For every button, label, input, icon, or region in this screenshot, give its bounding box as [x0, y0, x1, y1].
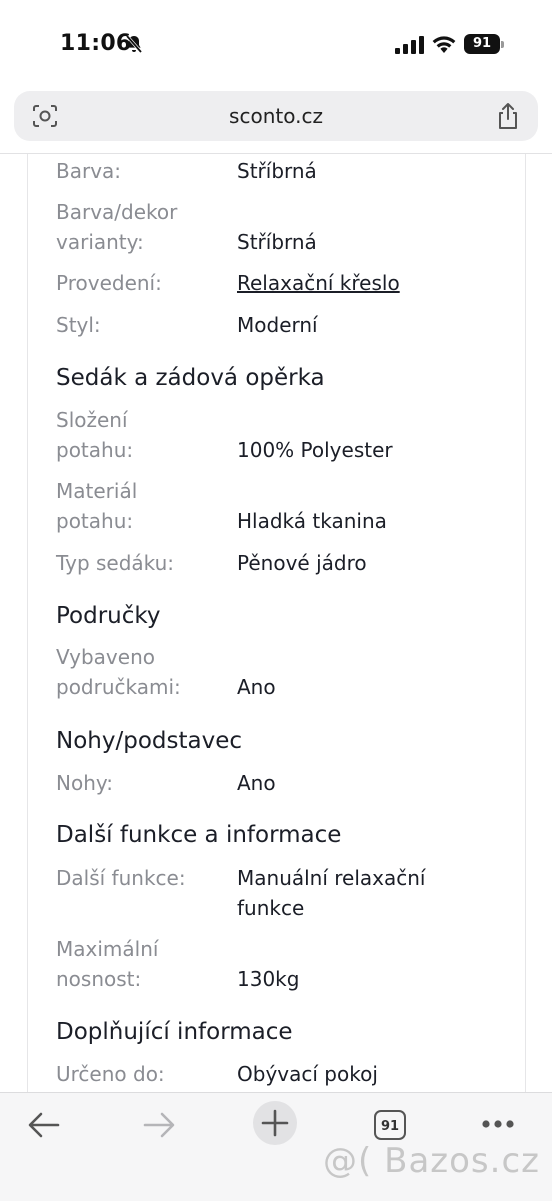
- bell-slash-icon: [125, 34, 143, 54]
- more-dots-icon[interactable]: [481, 1119, 515, 1129]
- tabs-icon[interactable]: 91: [374, 1110, 406, 1140]
- spec-label: potahu:: [56, 509, 134, 533]
- status-bar: 11:06 91: [0, 0, 552, 88]
- address-bar[interactable]: sconto.cz: [14, 91, 538, 141]
- product-specs-card: Barva: Stříbrná Barva/dekor varianty: St…: [27, 154, 526, 1092]
- spec-label: nosnost:: [56, 967, 142, 991]
- spec-value: Obývací pokoj: [237, 1062, 378, 1086]
- status-time: 11:06: [60, 31, 132, 56]
- url-text[interactable]: sconto.cz: [14, 104, 538, 128]
- wifi-icon: [432, 36, 456, 53]
- spec-value: Moderní: [237, 313, 318, 337]
- spec-value: Manuální relaxační: [237, 866, 426, 890]
- spec-value: Hladká tkanina: [237, 509, 387, 533]
- watermark: @( Bazos.cz: [323, 1141, 540, 1181]
- spec-value: Pěnové jádro: [237, 551, 367, 575]
- battery-level: 91: [464, 34, 500, 54]
- spec-label: Další funkce:: [56, 866, 186, 890]
- spec-value: 100% Polyester: [237, 438, 393, 462]
- new-tab-plus-icon[interactable]: [252, 1100, 298, 1146]
- section-title: Nohy/podstavec: [56, 728, 242, 754]
- spec-value: Stříbrná: [237, 230, 317, 254]
- spec-value: Stříbrná: [237, 159, 317, 183]
- section-title: Područky: [56, 603, 161, 629]
- section-title: Sedák a zádová opěrka: [56, 365, 325, 391]
- back-arrow-icon[interactable]: [27, 1111, 61, 1139]
- browser-toolbar: 91 @( Bazos.cz: [0, 1092, 552, 1201]
- spec-value: funkce: [237, 896, 305, 920]
- spec-label: Barva:: [56, 159, 122, 183]
- spec-label: Maximální: [56, 937, 159, 961]
- forward-arrow-icon[interactable]: [142, 1111, 176, 1139]
- spec-label: Složení: [56, 408, 128, 432]
- spec-label: Styl:: [56, 313, 101, 337]
- spec-label: varianty:: [56, 230, 144, 254]
- battery-cap: [501, 41, 504, 48]
- spec-value-link[interactable]: Relaxační křeslo: [237, 268, 400, 298]
- spec-value: 130kg: [237, 967, 300, 991]
- spec-label: potahu:: [56, 438, 134, 462]
- spec-value: Ano: [237, 675, 276, 699]
- spec-value: Ano: [237, 771, 276, 795]
- section-title: Doplňující informace: [56, 1019, 293, 1045]
- share-icon[interactable]: [496, 102, 520, 130]
- battery-icon: 91: [464, 34, 506, 54]
- spec-label: područkami:: [56, 675, 181, 699]
- spec-label: Provedení:: [56, 271, 162, 295]
- spec-label: Typ sedáku:: [56, 551, 175, 575]
- spec-label: Barva/dekor: [56, 200, 178, 224]
- spec-label: Nohy:: [56, 771, 113, 795]
- section-title: Další funkce a informace: [56, 822, 342, 848]
- signal-icon: [395, 36, 424, 54]
- spec-label: Určeno do:: [56, 1062, 165, 1086]
- spec-label: Vybaveno: [56, 645, 155, 669]
- spec-label: Materiál: [56, 479, 138, 503]
